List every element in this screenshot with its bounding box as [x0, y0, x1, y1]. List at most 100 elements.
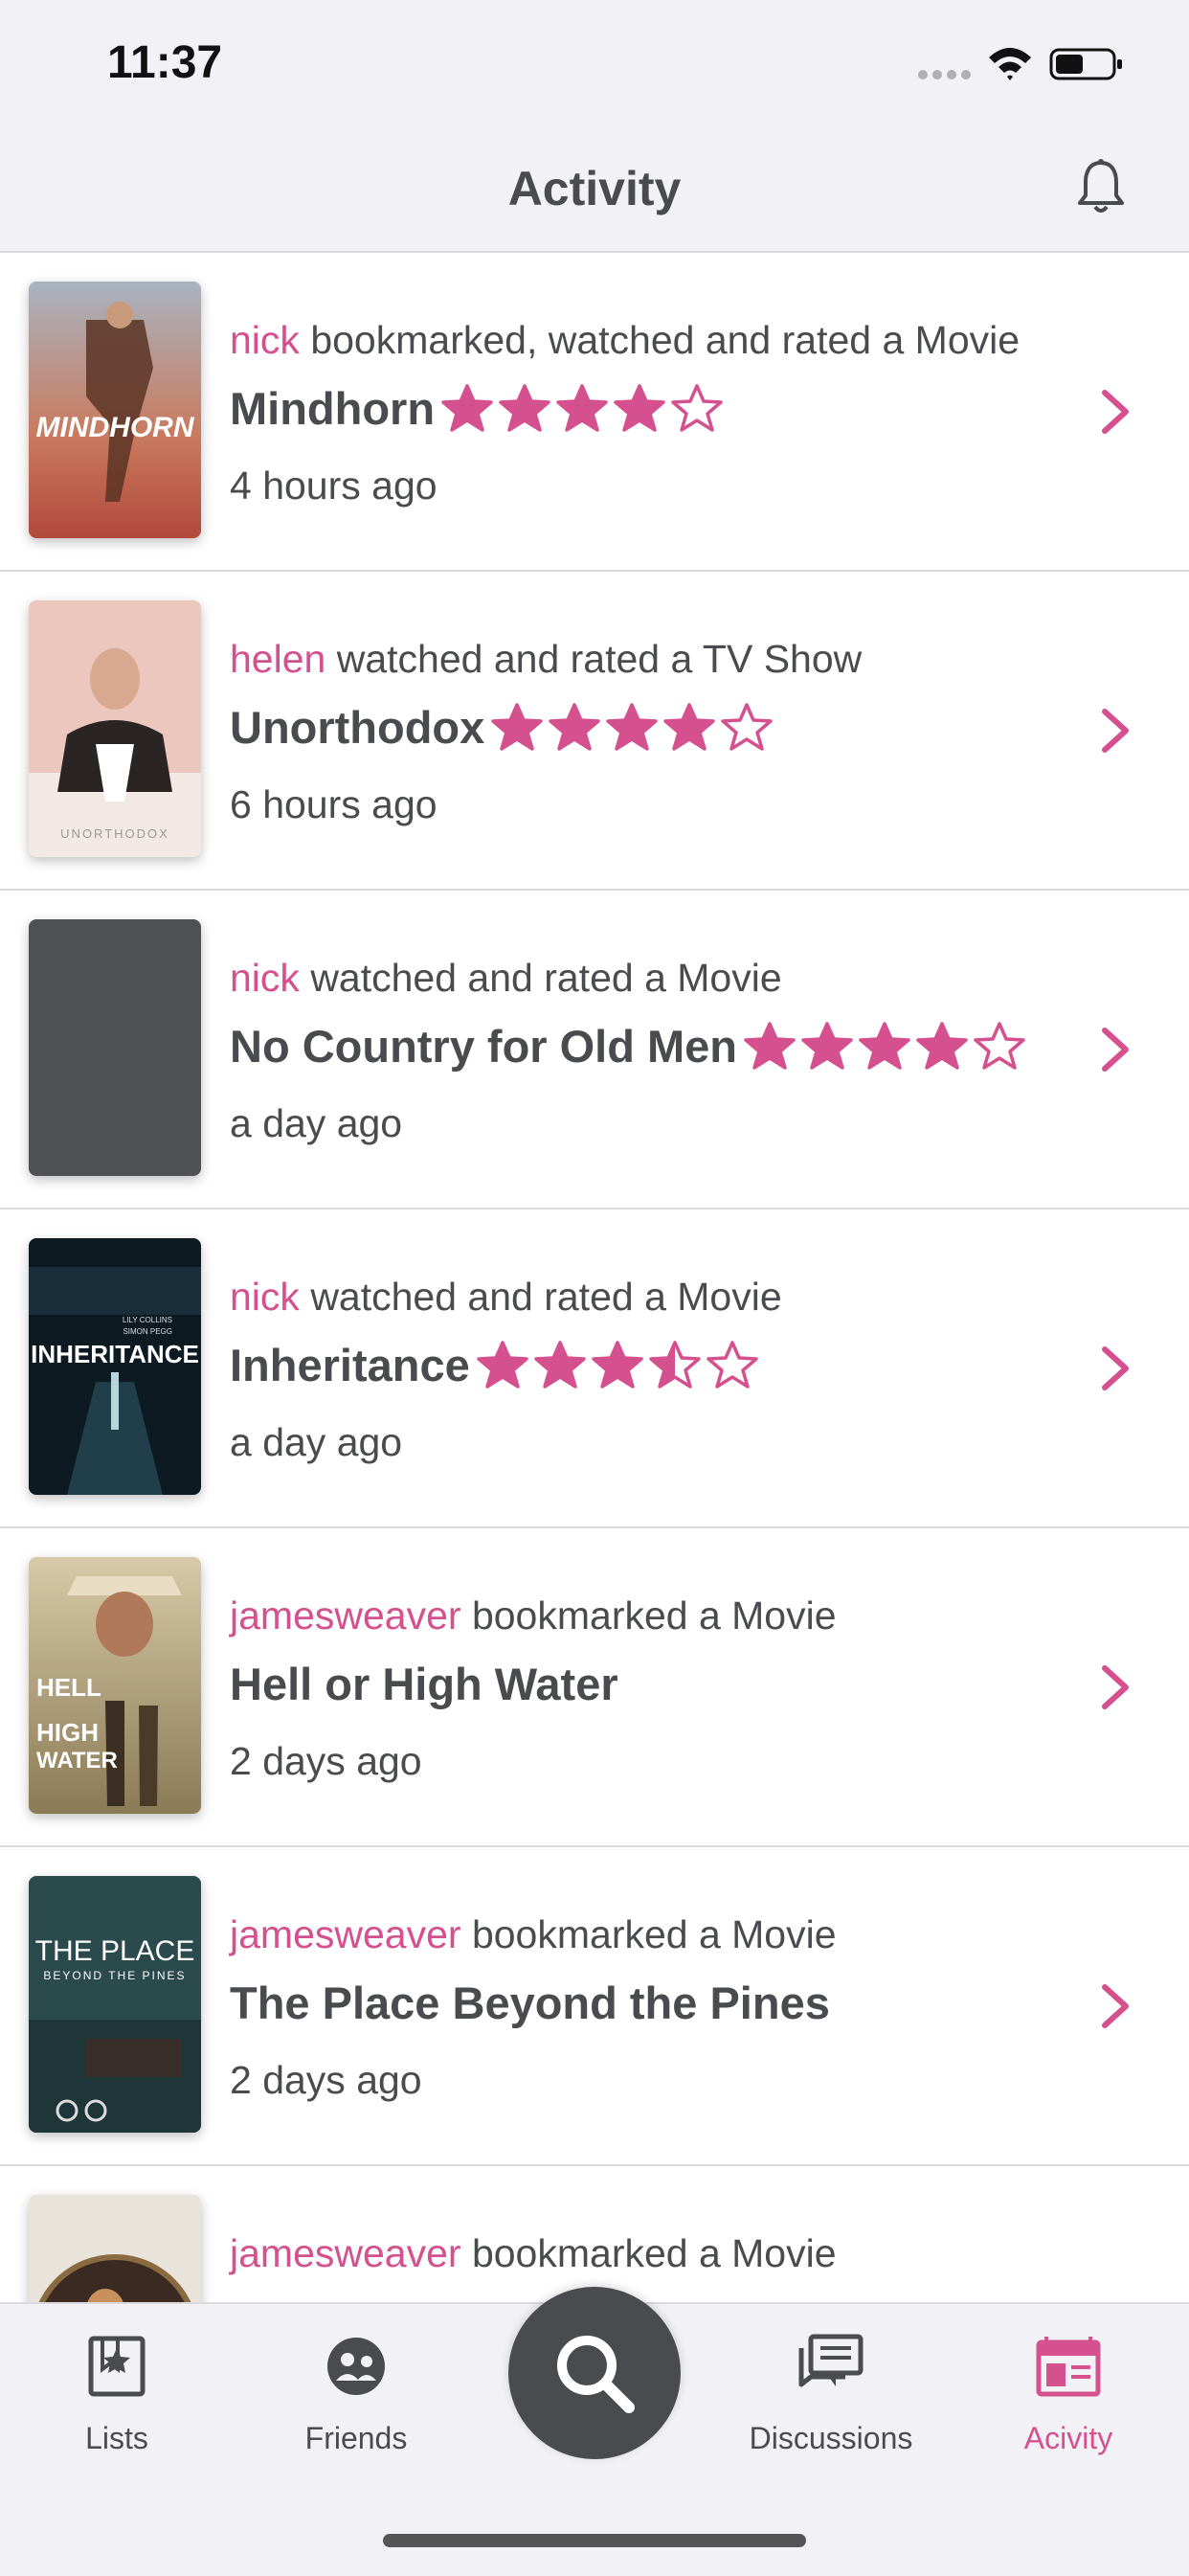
svg-text:INHERITANCE: INHERITANCE	[31, 1340, 199, 1368]
star-full-icon	[916, 1022, 968, 1070]
friends-icon	[327, 2338, 385, 2395]
search-button[interactable]	[508, 2287, 681, 2459]
timestamp: 2 days ago	[230, 1739, 422, 1783]
item-title: Mindhorn	[230, 382, 436, 434]
tab-label: Friends	[304, 2421, 408, 2455]
star-rating	[490, 702, 777, 752]
username-link[interactable]: helen	[230, 637, 325, 681]
place-beyond-pines-poster: THE PLACE BEYOND THE PINES	[29, 1876, 201, 2133]
star-empty-icon	[721, 703, 774, 751]
star-full-icon	[491, 703, 544, 751]
svg-text:BEYOND THE PINES: BEYOND THE PINES	[43, 1969, 186, 1982]
star-half-icon	[649, 1341, 701, 1389]
star-full-icon	[592, 1341, 643, 1389]
activity-text: jamesweaver bookmarked a Movie	[230, 1912, 837, 1956]
chevron-right-icon[interactable]	[1099, 1344, 1133, 1393]
search-icon	[557, 2336, 635, 2413]
inheritance-poster: LILY COLLINS SIMON PEGG INHERITANCE	[29, 1238, 201, 1495]
star-full-icon	[441, 384, 493, 432]
discussions-icon	[798, 2334, 864, 2387]
title-line: Mindhorn	[230, 381, 728, 435]
username-link[interactable]: jamesweaver	[230, 1912, 461, 1956]
chevron-right-icon[interactable]	[1099, 706, 1133, 756]
star-full-icon	[606, 703, 659, 751]
nav-header: Activity	[0, 134, 1189, 253]
item-title: Hell or High Water	[230, 1658, 618, 1709]
home-indicator	[383, 2534, 806, 2547]
star-empty-icon	[707, 1341, 758, 1389]
cellular-signal-icon	[918, 70, 971, 79]
chevron-right-icon[interactable]	[1099, 1025, 1133, 1074]
tab-discussions[interactable]: Discussions	[735, 2333, 927, 2456]
username-link[interactable]: nick	[230, 1275, 300, 1319]
status-time: 11:37	[107, 37, 223, 88]
lists-icon	[88, 2336, 146, 2397]
mindhorn-poster: MINDHORN	[29, 282, 201, 538]
star-empty-icon	[974, 1022, 1025, 1070]
timestamp: 6 hours ago	[230, 782, 437, 826]
star-rating	[743, 1021, 1030, 1071]
star-full-icon	[801, 1022, 853, 1070]
activity-text: helen watched and rated a TV Show	[230, 637, 863, 681]
activity-text: jamesweaver bookmarked a Movie	[230, 2231, 837, 2275]
item-title: Unorthodox	[230, 701, 485, 753]
star-full-icon	[549, 703, 601, 751]
timestamp: 2 days ago	[230, 2058, 422, 2102]
star-full-icon	[477, 1341, 528, 1389]
star-empty-icon	[671, 384, 723, 432]
chevron-right-icon[interactable]	[1099, 1981, 1133, 2031]
page-title: Activity	[507, 162, 682, 215]
activity-row[interactable]: nick watched and rated a Movie No Countr…	[0, 891, 1189, 1209]
star-rating	[440, 383, 728, 433]
activity-row[interactable]: HELL HIGH WATER jamesweaver bookmarked a…	[0, 1528, 1189, 1847]
star-full-icon	[663, 703, 716, 751]
item-title: The Place Beyond the Pines	[230, 1977, 830, 2028]
activity-text: nick bookmarked, watched and rated a Mov…	[230, 318, 1021, 362]
chevron-right-icon[interactable]	[1099, 1662, 1133, 1712]
unorthodox-poster: UNORTHODOX	[29, 600, 201, 857]
title-line: Hell or High Water	[230, 1657, 618, 1710]
svg-text:UNORTHODOX: UNORTHODOX	[60, 826, 169, 841]
title-line: Inheritance	[230, 1338, 763, 1391]
star-full-icon	[744, 1022, 796, 1070]
bell-icon[interactable]	[1072, 157, 1130, 218]
hell-or-high-water-poster: HELL HIGH WATER	[29, 1557, 201, 1814]
chevron-right-icon[interactable]	[1099, 387, 1133, 437]
svg-text:WATER: WATER	[36, 1748, 118, 1774]
svg-text:LILY COLLINS: LILY COLLINS	[123, 1316, 172, 1324]
timestamp: a day ago	[230, 1101, 403, 1145]
svg-text:SIMON PEGG: SIMON PEGG	[123, 1327, 172, 1336]
wifi-icon	[989, 48, 1031, 80]
activity-text: nick watched and rated a Movie	[230, 1275, 782, 1319]
title-line: The Place Beyond the Pines	[230, 1976, 830, 2029]
star-full-icon	[859, 1022, 910, 1070]
tab-activity[interactable]: Acivity	[973, 2333, 1164, 2456]
battery-icon	[1049, 48, 1122, 80]
title-line: Unorthodox	[230, 700, 777, 754]
activity-text: jamesweaver bookmarked a Movie	[230, 1593, 837, 1638]
username-link[interactable]: nick	[230, 318, 300, 362]
activity-row[interactable]: LILY COLLINS SIMON PEGG INHERITANCE nick…	[0, 1209, 1189, 1528]
star-full-icon	[534, 1341, 586, 1389]
timestamp: 4 hours ago	[230, 463, 437, 508]
activity-icon	[1036, 2337, 1101, 2397]
svg-text:HIGH: HIGH	[36, 1718, 99, 1747]
username-link[interactable]: jamesweaver	[230, 2231, 461, 2275]
tab-label: Acivity	[1023, 2421, 1113, 2455]
item-title: Inheritance	[230, 1339, 470, 1390]
activity-row[interactable]: THE PLACE BEYOND THE PINES jamesweaver b…	[0, 1847, 1189, 2166]
svg-text:THE PLACE: THE PLACE	[35, 1935, 195, 1967]
username-link[interactable]: jamesweaver	[230, 1593, 461, 1638]
placeholder-poster	[29, 919, 201, 1176]
star-full-icon	[499, 384, 550, 432]
star-full-icon	[614, 384, 665, 432]
username-link[interactable]: nick	[230, 956, 300, 1000]
activity-feed: MINDHORN nick bookmarked, watched and ra…	[0, 253, 1189, 2485]
activity-text: nick watched and rated a Movie	[230, 956, 782, 1000]
tab-friends[interactable]: Friends	[260, 2333, 452, 2456]
activity-row[interactable]: MINDHORN nick bookmarked, watched and ra…	[0, 253, 1189, 572]
star-full-icon	[556, 384, 608, 432]
activity-row[interactable]: UNORTHODOX helen watched and rated a TV …	[0, 572, 1189, 891]
item-title: No Country for Old Men	[230, 1020, 738, 1072]
tab-lists[interactable]: Lists	[21, 2333, 213, 2456]
